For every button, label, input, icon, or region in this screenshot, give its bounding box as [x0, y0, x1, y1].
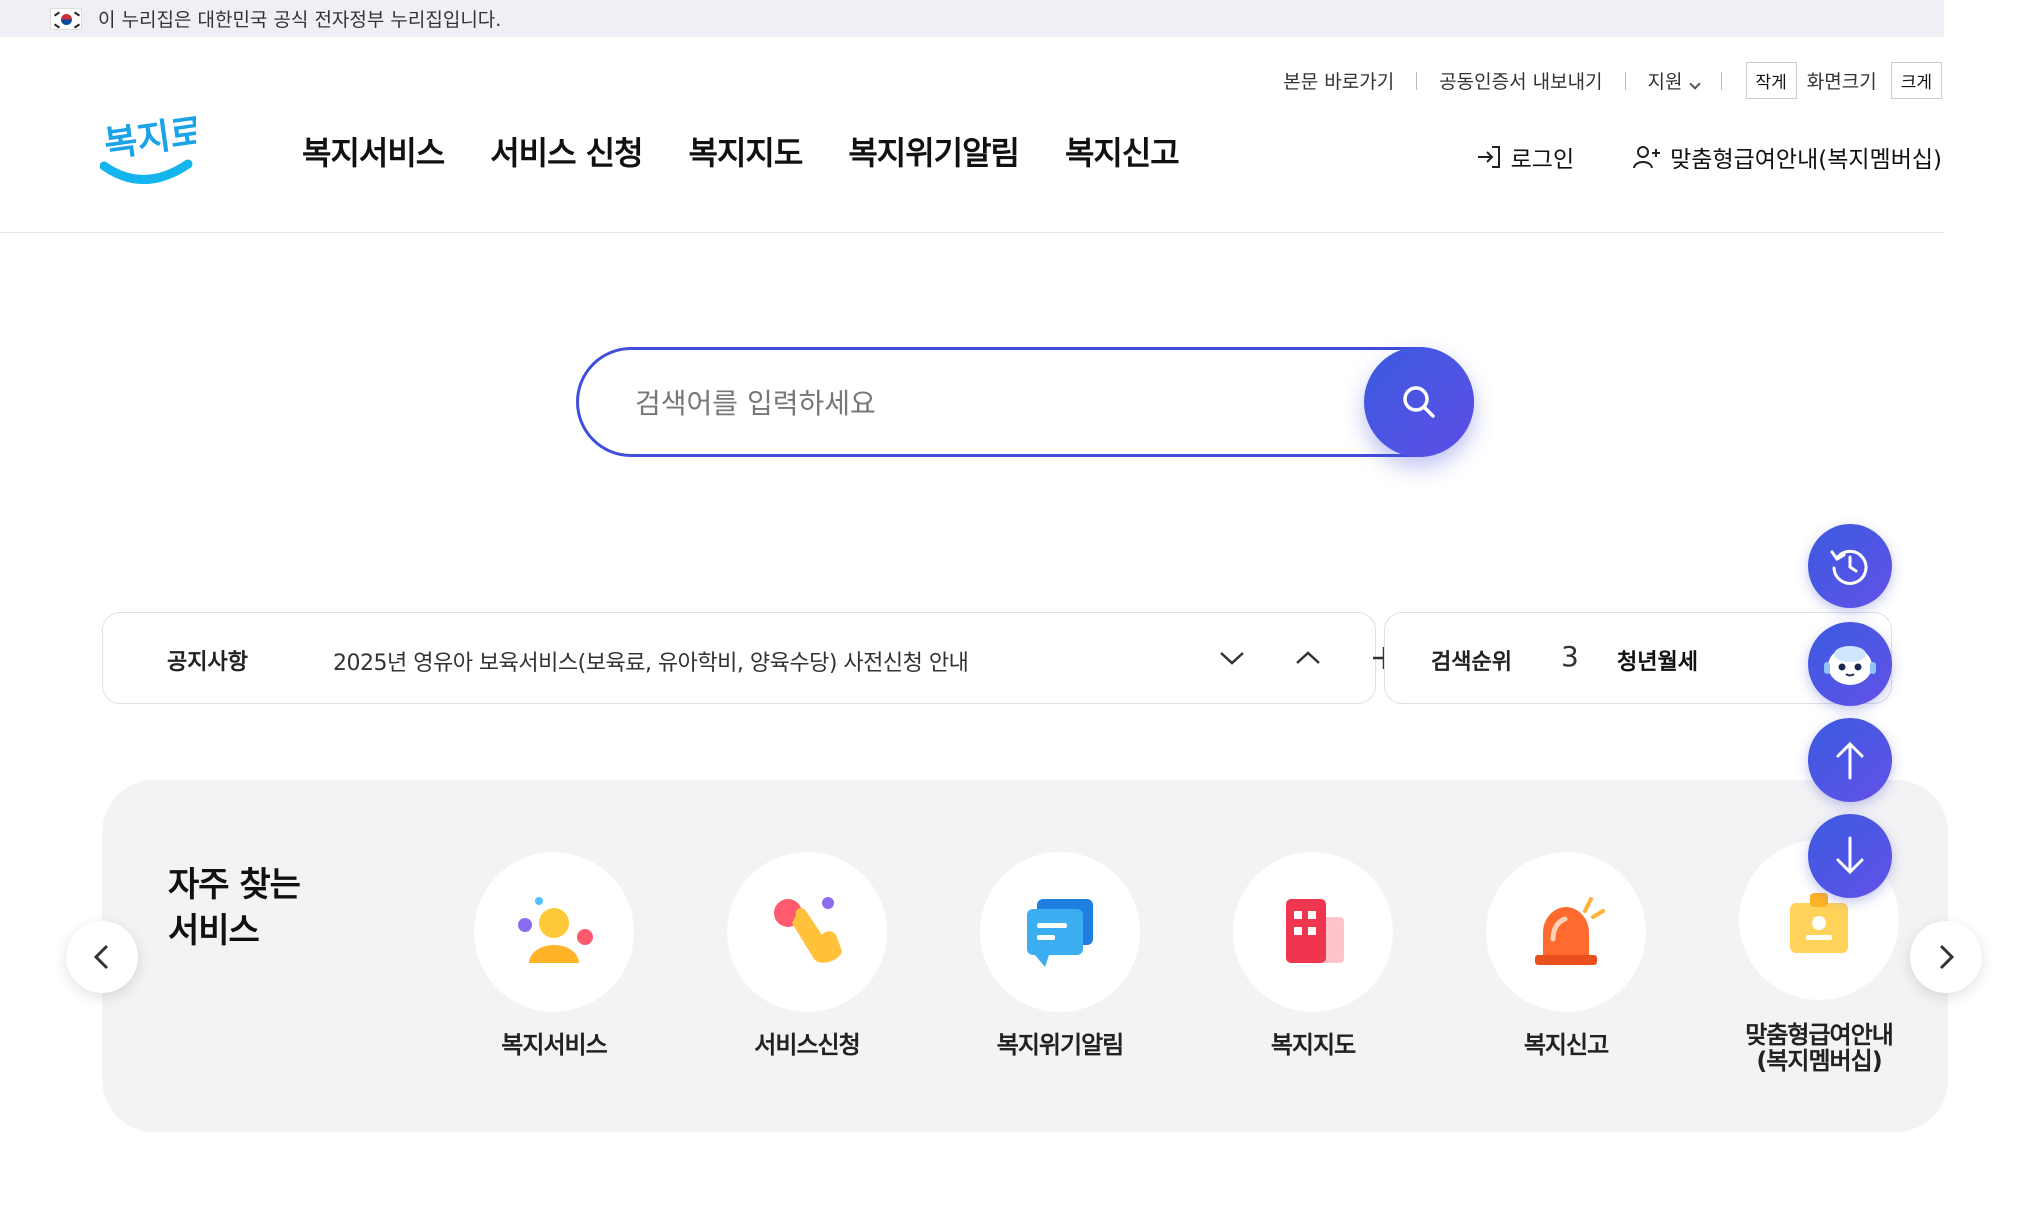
nav-service-apply[interactable]: 서비스 신청 [490, 128, 643, 174]
font-size-large-button[interactable]: 크게 [1890, 62, 1942, 99]
history-icon [1830, 549, 1868, 585]
support-label: 지원 [1647, 71, 1683, 93]
chevron-right-icon [1939, 944, 1955, 970]
notice-text[interactable]: 2025년 영유아 보육서비스(보육료, 유아학비, 양육수당) 사전신청 안내 [333, 645, 969, 677]
support-dropdown[interactable]: 지원 [1647, 67, 1701, 94]
chat-bubble-icon [1027, 899, 1093, 967]
service-icon-circle [980, 852, 1140, 1012]
title-line: 자주 찾는 [168, 865, 301, 905]
divider [1624, 71, 1626, 90]
service-welfare-report[interactable]: 복지신고 [1456, 852, 1676, 1058]
chevron-down-icon [1688, 78, 1701, 90]
search-rank-number: 3 [1561, 640, 1579, 673]
service-welfare[interactable]: 복지서비스 [444, 852, 664, 1058]
gov-banner: 이 누리집은 대한민국 공식 전자정부 누리집입니다. [0, 0, 1944, 37]
siren-icon [1535, 897, 1605, 965]
site-logo[interactable]: 복지로 [99, 108, 206, 194]
search-input[interactable] [635, 380, 1335, 426]
search-button[interactable] [1364, 347, 1474, 457]
benefit-membership-link[interactable]: 맞춤형급여안내(복지멤버십) [1632, 140, 1942, 174]
hand-touch-icon [774, 897, 842, 963]
service-apply[interactable]: 서비스신청 [697, 852, 917, 1058]
scroll-bottom-button[interactable] [1808, 814, 1892, 898]
add-user-icon [1633, 146, 1661, 169]
service-welfare-map[interactable]: 복지지도 [1203, 852, 1423, 1058]
notice-bar: 공지사항 2025년 영유아 보육서비스(보육료, 유아학비, 양육수당) 사전… [102, 612, 1395, 704]
notice-prev-button[interactable] [1285, 635, 1331, 681]
service-label: 서비스신청 [754, 1031, 860, 1059]
chatbot-icon [1824, 646, 1876, 685]
nav-crisis-alert[interactable]: 복지위기알림 [848, 128, 1020, 174]
person-icon [518, 897, 593, 963]
carousel-prev-button[interactable] [66, 921, 138, 993]
main-nav: 복지서비스 서비스 신청 복지지도 복지위기알림 복지신고 [302, 128, 1180, 174]
notice-next-button[interactable] [1209, 635, 1255, 681]
service-label: 복지위기알림 [996, 1031, 1124, 1059]
service-label: 맞춤형급여안내 (복지멤버십) [1709, 1022, 1929, 1074]
svg-text:복지로: 복지로 [102, 111, 196, 165]
search-box [576, 347, 1474, 457]
nav-welfare-report[interactable]: 복지신고 [1065, 128, 1180, 174]
service-icon-circle [1486, 852, 1646, 1012]
frequent-services-title: 자주 찾는 서비스 [168, 862, 301, 954]
service-icon-circle [1233, 852, 1393, 1012]
service-label: 복지지도 [1270, 1031, 1356, 1059]
login-link[interactable]: 로그인 [1475, 140, 1574, 174]
divider [1416, 71, 1418, 90]
chatbot-button[interactable] [1808, 622, 1892, 706]
chevron-down-icon [1220, 652, 1244, 665]
carousel-next-button[interactable] [1910, 921, 1982, 993]
frequent-services-panel: 자주 찾는 서비스 복지서비스 서비스신청 복지위기알림 복지지도 복지신고 맞… [102, 780, 1948, 1132]
chevron-left-icon [93, 944, 109, 970]
service-icon-circle [727, 852, 887, 1012]
korea-flag-icon [50, 7, 82, 30]
service-label-line: (복지멤버십) [1756, 1047, 1882, 1075]
header-divider [0, 232, 1944, 233]
service-label: 복지서비스 [501, 1031, 607, 1059]
recent-history-button[interactable] [1808, 524, 1892, 608]
nav-welfare-map[interactable]: 복지지도 [689, 128, 804, 174]
arrow-down-icon [1836, 836, 1864, 875]
notice-title: 공지사항 [167, 650, 248, 675]
search-rank-keyword[interactable]: 청년월세 [1617, 644, 1698, 676]
service-label-line: 맞춤형급여안내 [1745, 1021, 1894, 1049]
divider [1720, 71, 1722, 90]
font-size-small-button[interactable]: 작게 [1745, 62, 1797, 99]
bokjiro-logo-icon: 복지로 [99, 111, 206, 184]
cert-export-link[interactable]: 공동인증서 내보내기 [1439, 67, 1602, 94]
search-icon [1403, 386, 1435, 418]
arrow-up-icon [1836, 741, 1864, 780]
font-size-label: 화면크기 [1806, 71, 1877, 93]
skip-to-content-link[interactable]: 본문 바로가기 [1283, 67, 1394, 94]
search-rank-title: 검색순위 [1431, 650, 1512, 675]
service-label: 복지신고 [1523, 1031, 1609, 1059]
member-links: 로그인 맞춤형급여안내(복지멤버십) [1475, 140, 1942, 174]
title-line: 서비스 [168, 911, 260, 951]
benefit-membership-label: 맞춤형급여안내(복지멤버십) [1670, 147, 1942, 173]
nav-welfare-service[interactable]: 복지서비스 [302, 128, 445, 174]
login-label: 로그인 [1510, 147, 1575, 173]
service-crisis-alert[interactable]: 복지위기알림 [950, 852, 1170, 1058]
map-building-icon [1286, 899, 1344, 963]
gov-banner-text: 이 누리집은 대한민국 공식 전자정부 누리집입니다. [98, 9, 502, 31]
scroll-top-button[interactable] [1808, 718, 1892, 802]
utility-nav: 본문 바로가기 공동인증서 내보내기 지원 작게 화면크기 크게 [1283, 62, 1942, 99]
login-icon [1477, 146, 1500, 168]
chevron-up-icon [1296, 651, 1320, 664]
service-icon-circle [474, 852, 634, 1012]
